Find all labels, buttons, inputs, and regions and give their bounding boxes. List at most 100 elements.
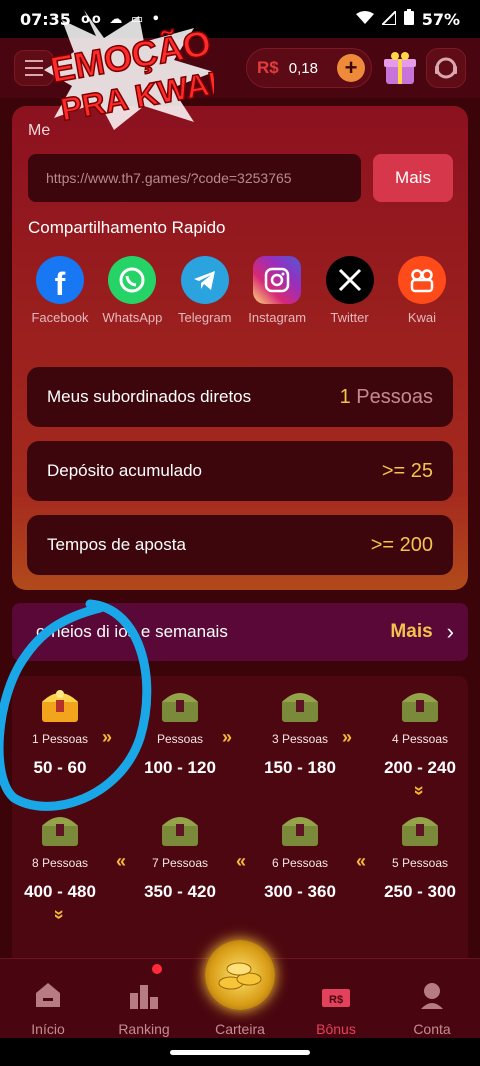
invite-card: Me https://www.th7.games/?code=3253765 M…	[12, 106, 468, 590]
double-chevron-left-icon: «	[236, 851, 247, 871]
chest-locked-icon	[42, 817, 78, 846]
home-indicator[interactable]	[170, 1049, 310, 1055]
voicemail-icon: oo ☁ ▭ •	[80, 11, 162, 27]
tier-item[interactable]: 3 Pessoas 150 - 180	[252, 686, 348, 778]
gesture-bar	[0, 1038, 480, 1066]
stat-deposit: Depósito acumulado >= 25	[27, 441, 453, 501]
ranking-icon	[128, 977, 160, 1009]
tier-range: 300 - 360	[264, 882, 336, 901]
balance-value: 0,18	[288, 59, 318, 77]
share-telegram[interactable]: Telegram	[171, 256, 239, 325]
signal-icon	[379, 8, 397, 29]
nav-inicio[interactable]: Início	[0, 959, 96, 1038]
double-chevron-left-icon: «	[116, 851, 127, 871]
chevron-right-icon: ›	[446, 619, 454, 644]
share-label: Instagram	[248, 310, 307, 325]
whatsapp-icon	[108, 256, 157, 304]
tier-item[interactable]: Pessoas 100 - 120	[132, 686, 228, 778]
tier-people: 3 Pessoas	[271, 732, 329, 746]
tier-range: 200 - 240	[384, 758, 456, 777]
tier-people: 8 Pessoas	[31, 856, 89, 870]
chest-locked-icon	[162, 817, 198, 846]
double-chevron-right-icon: »	[222, 727, 233, 747]
tier-item[interactable]: 5 Pessoas 250 - 300	[372, 810, 468, 902]
tier-item[interactable]: 7 Pessoas 350 - 420	[132, 810, 228, 902]
x-icon	[325, 256, 374, 304]
tier-people: 7 Pessoas	[151, 856, 209, 870]
share-kwai[interactable]: Kwai	[388, 256, 456, 325]
svg-text:R$: R$	[329, 994, 343, 1006]
menu-icon-line	[25, 67, 43, 69]
deposit-plus-button[interactable]: +	[337, 54, 365, 82]
nav-label: Carteira	[215, 1021, 265, 1037]
gift-icon[interactable]	[380, 48, 420, 88]
invite-more-button[interactable]: Mais	[373, 154, 453, 202]
chest-locked-icon	[402, 693, 438, 722]
battery-icon	[403, 9, 414, 29]
tier-item[interactable]: 4 Pessoas 200 - 240	[372, 686, 468, 778]
chest-open-icon	[42, 690, 78, 722]
tournament-more-label: Mais	[390, 621, 433, 642]
double-chevron-left-icon: «	[356, 851, 367, 871]
stat-subordinates: Meus subordinados diretos 1 Pessoas	[27, 367, 453, 427]
tier-range: 150 - 180	[264, 758, 336, 777]
tier-range: 400 - 480	[24, 882, 96, 901]
chest-locked-icon	[402, 817, 438, 846]
stat-label: Meus subordinados diretos	[47, 387, 252, 406]
account-icon	[419, 977, 445, 1009]
nav-bonus[interactable]: R$ Bônus	[288, 959, 384, 1038]
menu-button[interactable]	[14, 50, 54, 86]
chest-locked-icon	[162, 693, 198, 722]
share-whatsapp[interactable]: WhatsApp	[98, 256, 166, 325]
share-label: Twitter	[330, 310, 369, 325]
balance-pill[interactable]: R$ 0,18 +	[246, 48, 372, 88]
nav-label: Ranking	[118, 1021, 170, 1037]
instagram-icon	[253, 256, 302, 304]
tier-item[interactable]: 1 Pessoas 50 - 60	[12, 686, 108, 778]
share-twitter[interactable]: Twitter	[316, 256, 384, 325]
facebook-icon: f	[36, 256, 84, 304]
stat-value: >= 25	[381, 459, 433, 482]
stat-value: >= 200	[370, 533, 433, 556]
invite-link-field[interactable]: https://www.th7.games/?code=3253765	[28, 154, 361, 202]
share-label: WhatsApp	[102, 310, 163, 325]
stat-value-unit: Pessoas	[356, 385, 433, 408]
tournament-more[interactable]: Mais ›	[390, 619, 454, 645]
support-icon	[435, 57, 457, 79]
tournament-label: orneios di ios e semanais	[36, 622, 228, 641]
tier-item[interactable]: 6 Pessoas 300 - 360	[252, 810, 348, 902]
share-instagram[interactable]: Instagram	[243, 256, 311, 325]
tier-item[interactable]: 8 Pessoas 400 - 480	[12, 810, 108, 902]
tier-people: 6 Pessoas	[271, 856, 329, 870]
status-time: 07:35	[20, 9, 71, 29]
support-button[interactable]	[426, 48, 466, 88]
double-chevron-right-icon: »	[342, 727, 353, 747]
top-header: R$ 0,18 +	[0, 38, 480, 98]
stat-value: 1 Pessoas	[340, 386, 433, 409]
tier-range: 350 - 420	[144, 882, 216, 901]
invite-title: Me	[28, 122, 51, 139]
tournament-bar[interactable]: orneios di ios e semanais Mais ›	[12, 603, 468, 661]
tier-people: 5 Pessoas	[391, 856, 449, 870]
nav-conta[interactable]: Conta	[384, 959, 480, 1038]
menu-icon-line	[25, 74, 43, 76]
share-title: Compartilhamento Rapido	[28, 218, 226, 237]
share-label: Facebook	[31, 310, 89, 325]
nav-ranking[interactable]: Ranking	[96, 959, 192, 1038]
wallet-icon[interactable]	[205, 940, 275, 1010]
share-facebook[interactable]: f Facebook	[26, 256, 94, 325]
share-label: Telegram	[178, 310, 232, 325]
tier-range: 100 - 120	[144, 758, 216, 777]
menu-icon	[25, 60, 43, 62]
home-icon	[33, 977, 63, 1009]
tier-people: 4 Pessoas	[391, 732, 449, 746]
stat-bets: Tempos de aposta >= 200	[27, 515, 453, 575]
nav-label: Início	[31, 1021, 65, 1037]
chest-locked-icon	[282, 817, 318, 846]
chest-locked-icon	[282, 693, 318, 722]
tier-people: Pessoas	[156, 732, 204, 746]
wifi-icon	[355, 10, 374, 29]
bonus-icon: R$	[320, 977, 352, 1009]
nav-label: Conta	[413, 1021, 451, 1037]
currency-symbol: R$	[257, 58, 279, 77]
